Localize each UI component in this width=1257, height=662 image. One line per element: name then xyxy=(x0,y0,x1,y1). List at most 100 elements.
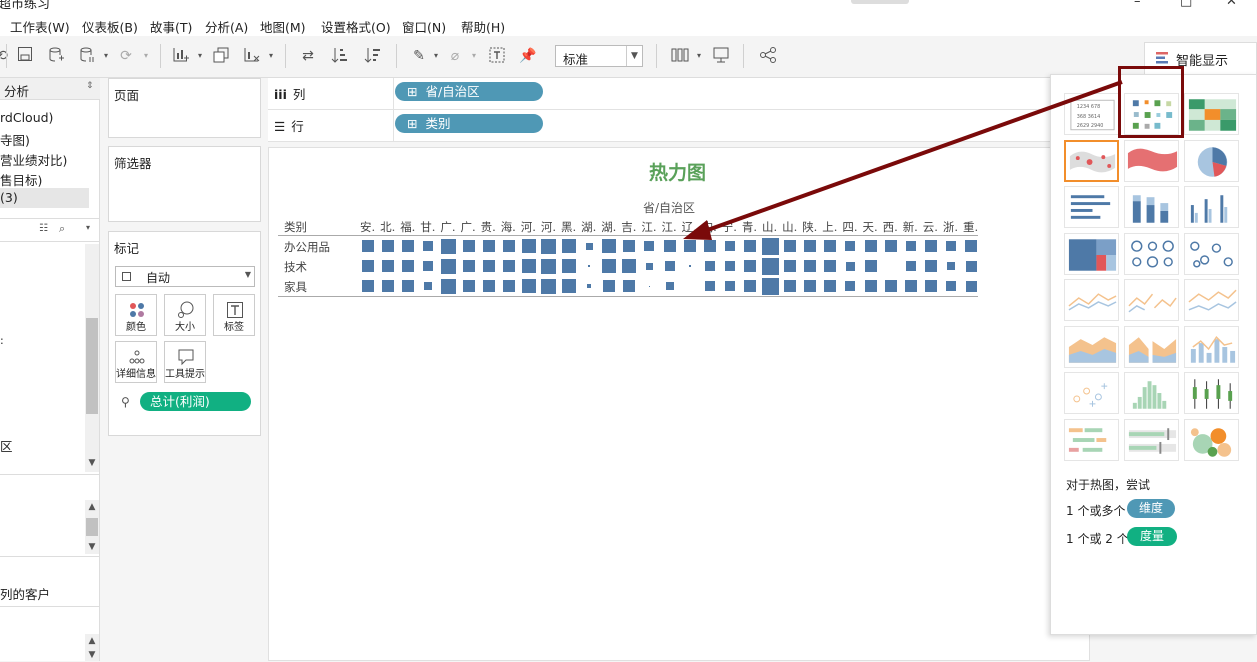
heatmap-cell[interactable] xyxy=(804,260,817,272)
heatmap-cell[interactable] xyxy=(562,239,576,253)
sort-descending-icon[interactable] xyxy=(363,46,383,66)
size-button[interactable]: 大小 xyxy=(164,294,206,336)
heatmap-cell[interactable] xyxy=(602,239,617,253)
save-icon[interactable] xyxy=(15,46,35,66)
heatmap-cell[interactable] xyxy=(587,284,592,288)
heatmap-cell[interactable] xyxy=(664,261,675,271)
heatmap-cell[interactable] xyxy=(761,277,779,295)
datasource-item[interactable]: rdCloud) xyxy=(0,110,53,125)
rows-shelf[interactable]: ☰ 行 ⊞ 类别 xyxy=(268,110,1090,142)
chevron-down-icon[interactable]: ▾ xyxy=(136,46,156,66)
heatmap-cell[interactable] xyxy=(562,279,576,293)
heatmap-cell[interactable] xyxy=(645,262,653,270)
heatmap-cell[interactable] xyxy=(502,240,515,252)
datasource-item-selected[interactable]: (3) xyxy=(0,188,89,208)
search-icon[interactable]: ⌕ xyxy=(59,222,65,236)
symbol-map-chart-icon[interactable] xyxy=(1064,139,1119,182)
scatter-plot-chart-icon[interactable] xyxy=(1064,372,1119,414)
heatmap-cell[interactable] xyxy=(440,238,456,254)
pie-chart-chart-icon[interactable] xyxy=(1184,139,1239,182)
pages-card[interactable]: 页面 xyxy=(108,78,261,138)
scroll-down-icon[interactable]: ▼ xyxy=(85,648,99,662)
heatmap-cell[interactable] xyxy=(965,260,977,272)
heatmap-cell[interactable] xyxy=(541,238,557,254)
heatmap-cell[interactable] xyxy=(824,240,837,252)
side-by-side-bars-chart-icon[interactable] xyxy=(1184,186,1239,228)
text-table-chart-icon[interactable]: 1234 678 368 3614 2629 2940 xyxy=(1064,93,1119,135)
heatmap-cell[interactable] xyxy=(824,260,837,272)
sets-pane-scrollbar[interactable]: ▲ ▼ xyxy=(85,634,99,661)
menu-help[interactable]: 帮助(H) xyxy=(461,17,505,36)
scrollbar-thumb[interactable] xyxy=(86,518,98,536)
menu-story[interactable]: 故事(T) xyxy=(150,17,192,36)
heatmap-cell[interactable] xyxy=(945,281,956,291)
heatmap-cell[interactable] xyxy=(924,280,937,292)
pause-datasource-icon[interactable] xyxy=(77,46,97,66)
heatmap-cell[interactable] xyxy=(585,242,593,250)
heatmap-cell[interactable] xyxy=(743,280,756,292)
heatmap-cell[interactable] xyxy=(402,260,415,272)
heatmap-cell[interactable] xyxy=(623,240,636,252)
heatmap-cell[interactable] xyxy=(703,240,716,252)
field-item[interactable]: 区 xyxy=(0,436,13,455)
heatmap-cell[interactable] xyxy=(462,260,475,272)
heatmap-cell[interactable] xyxy=(362,240,374,252)
heatmap-cell[interactable] xyxy=(804,280,817,292)
duplicate-sheet-icon[interactable] xyxy=(211,46,231,66)
heatmap-cell[interactable] xyxy=(562,259,576,273)
chevron-down-icon[interactable]: ▾ xyxy=(190,46,210,66)
heatmap-cell[interactable] xyxy=(965,280,977,292)
heatmap-cell[interactable] xyxy=(382,260,395,272)
view-list-icon[interactable]: ☷ xyxy=(39,223,48,234)
heatmap-cell[interactable] xyxy=(648,285,650,287)
chevron-down-icon[interactable]: ▾ xyxy=(96,46,116,66)
heatmap-cell[interactable] xyxy=(946,262,955,270)
heatmap-cell[interactable] xyxy=(602,259,617,273)
menu-dashboard[interactable]: 仪表板(B) xyxy=(82,17,138,36)
heatmap-cell[interactable] xyxy=(462,240,475,252)
heatmap-cell[interactable] xyxy=(502,280,515,292)
size-field-pill[interactable]: 总计(利润) xyxy=(140,392,251,411)
heatmap-cell[interactable] xyxy=(440,258,456,274)
gantt-chart-icon[interactable] xyxy=(1064,418,1119,461)
dual-lines-chart-icon[interactable] xyxy=(1184,279,1239,321)
menu-worksheet[interactable]: 工作表(W) xyxy=(10,17,70,36)
heatmap-cell[interactable] xyxy=(665,282,674,290)
analysis-tab-header[interactable]: 分析 ⇕ xyxy=(0,78,100,100)
show-labels-icon[interactable] xyxy=(487,46,507,66)
bullet-graph-chart-icon[interactable] xyxy=(1124,418,1179,461)
chevron-down-icon[interactable]: ▾ xyxy=(86,223,90,232)
heatmap-cell[interactable] xyxy=(440,278,456,294)
heatmap-cell[interactable] xyxy=(704,281,715,291)
heatmap-cell[interactable] xyxy=(784,260,797,272)
heatmap-cell[interactable] xyxy=(688,265,691,267)
set-item[interactable]: 列的客户 xyxy=(0,584,50,603)
heatmap-cell[interactable] xyxy=(724,261,735,271)
heatmap-cell[interactable] xyxy=(743,260,756,272)
heatmap-cell[interactable] xyxy=(683,240,696,252)
heatmap-cell[interactable] xyxy=(761,237,779,255)
heatmap-cell[interactable] xyxy=(423,261,434,271)
heatmap-cell[interactable] xyxy=(945,241,956,251)
rows-field-pill[interactable]: ⊞ 类别 xyxy=(395,114,543,133)
data-pane-scrollbar[interactable]: ▼ xyxy=(85,244,99,472)
heatmap-cell[interactable] xyxy=(541,258,557,274)
mark-type-select[interactable]: 自动 ▼ xyxy=(115,266,255,287)
heatmap-cell[interactable] xyxy=(482,280,495,292)
heatmap-cell[interactable] xyxy=(623,280,636,292)
side-by-side-circles-chart-icon[interactable] xyxy=(1184,232,1239,275)
heatmap-cell[interactable] xyxy=(521,259,536,273)
label-button[interactable]: 标签 xyxy=(213,294,255,336)
color-button[interactable]: 颜色 xyxy=(115,294,157,336)
discrete-lines-chart-icon[interactable] xyxy=(1124,279,1179,321)
heatmap-cell[interactable] xyxy=(864,280,877,292)
refresh-icon[interactable]: ⟳ xyxy=(116,46,136,66)
maximize-icon[interactable]: □ xyxy=(1180,0,1192,9)
group-clip-icon[interactable]: ⌀ xyxy=(445,46,465,66)
heatmap-cell[interactable] xyxy=(382,280,395,292)
heatmap-cell[interactable] xyxy=(424,282,433,290)
tooltip-button[interactable]: 工具提示 xyxy=(164,341,206,383)
heatmap-cell[interactable] xyxy=(864,260,877,272)
heatmap-cell[interactable] xyxy=(845,261,855,271)
treemap-chart-icon[interactable] xyxy=(1064,232,1119,275)
